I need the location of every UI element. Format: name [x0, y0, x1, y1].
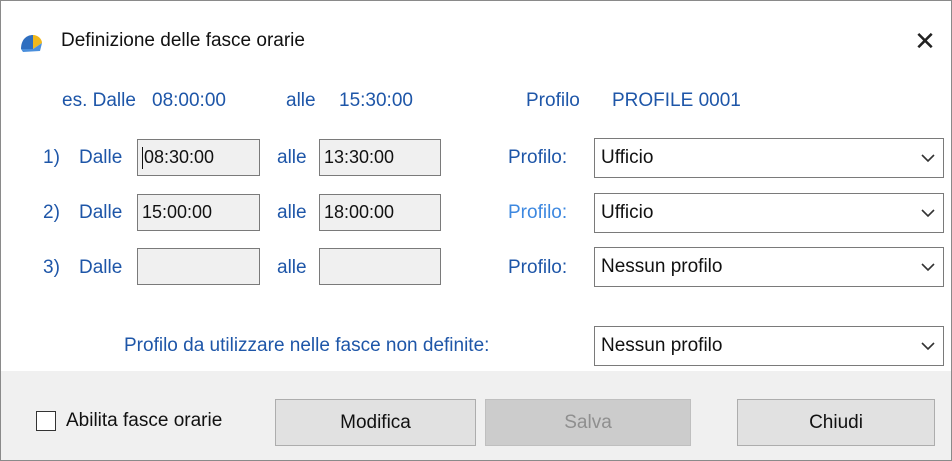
range-2-from-value: 15:00:00 [142, 202, 213, 222]
range-2-profile-value: Ufficio [601, 202, 654, 223]
window-title: Definizione delle fasce orarie [61, 30, 305, 51]
undefined-profile-label: Profilo da utilizzare nelle fasce non de… [124, 335, 490, 356]
range-1-index: 1) [43, 147, 60, 168]
range-2-profile-select[interactable]: Ufficio [594, 193, 944, 233]
range-3-to-label: alle [277, 257, 307, 278]
example-to: 15:30:00 [339, 90, 413, 111]
enable-checkbox[interactable] [36, 411, 56, 431]
range-1-from-label: Dalle [79, 147, 123, 168]
enable-checkbox-label[interactable]: Abilita fasce orarie [66, 410, 222, 432]
example-profile: PROFILE 0001 [612, 90, 741, 111]
close-icon[interactable]: ✕ [905, 21, 945, 61]
range-2-from-label: Dalle [79, 202, 123, 223]
range-1-to-input[interactable]: 13:30:00 [319, 139, 441, 176]
dialog-window: Definizione delle fasce orarie ✕ es. Dal… [0, 0, 952, 461]
chevron-down-icon [913, 248, 943, 286]
example-prefix: es. Dalle [62, 90, 136, 111]
range-3-from-label: Dalle [79, 257, 123, 278]
range-3-profile-select[interactable]: Nessun profilo [594, 247, 944, 287]
range-3-to-input[interactable] [319, 248, 441, 285]
title-bar: Definizione delle fasce orarie ✕ [1, 1, 951, 71]
close-button[interactable]: Chiudi [737, 399, 935, 446]
chevron-down-icon [913, 139, 943, 177]
range-1-to-value: 13:30:00 [324, 147, 395, 167]
example-profile-label: Profilo [526, 90, 580, 111]
range-2-from-input[interactable]: 15:00:00 [137, 194, 260, 231]
text-caret [142, 147, 143, 170]
range-2-to-label: alle [277, 202, 307, 223]
range-1-from-value: 08:30:00 [144, 147, 215, 167]
range-2-profile-label: Profilo: [508, 202, 568, 223]
range-1-to-label: alle [277, 147, 307, 168]
chevron-down-icon [913, 194, 943, 232]
range-1-profile-label: Profilo: [508, 147, 568, 168]
chevron-down-icon [913, 327, 943, 365]
range-1-from-input[interactable]: 08:30:00 [137, 139, 260, 176]
range-3-from-input[interactable] [137, 248, 260, 285]
range-2-to-input[interactable]: 18:00:00 [319, 194, 441, 231]
range-3-profile-value: Nessun profilo [601, 256, 723, 277]
range-1-profile-value: Ufficio [601, 147, 654, 168]
undefined-profile-select[interactable]: Nessun profilo [594, 326, 944, 366]
example-to-label: alle [286, 90, 316, 111]
range-3-profile-label: Profilo: [508, 257, 568, 278]
range-1-profile-select[interactable]: Ufficio [594, 138, 944, 178]
modify-button[interactable]: Modifica [275, 399, 476, 446]
range-3-index: 3) [43, 257, 60, 278]
range-2-to-value: 18:00:00 [324, 202, 395, 222]
undefined-profile-value: Nessun profilo [601, 335, 723, 356]
save-button[interactable]: Salva [485, 399, 691, 446]
range-2-index: 2) [43, 202, 60, 223]
app-icon [21, 35, 42, 52]
example-from: 08:00:00 [152, 90, 226, 111]
